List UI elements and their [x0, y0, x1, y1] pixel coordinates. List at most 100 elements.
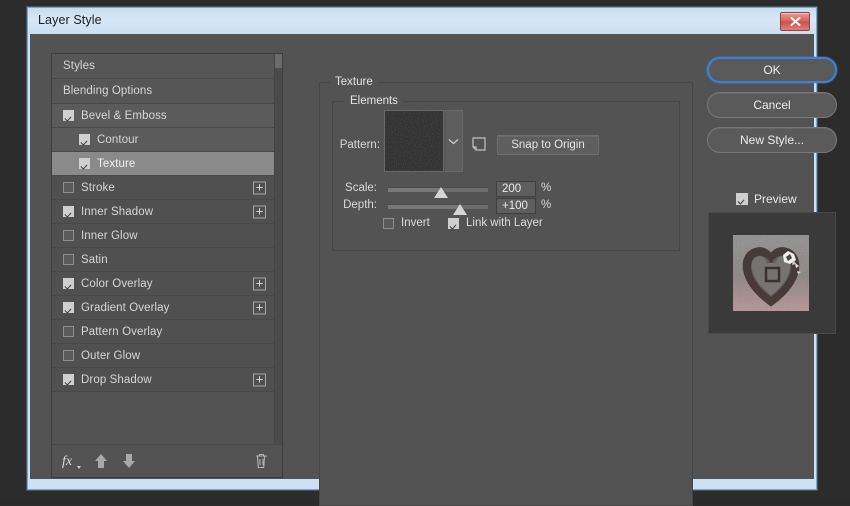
plus-icon: +: [256, 277, 264, 290]
preview-thumbnail: [708, 212, 836, 334]
snap-to-origin-button[interactable]: Snap to Origin: [497, 135, 599, 155]
style-row-label: Drop Shadow: [81, 374, 152, 386]
style-row-drop-shadow[interactable]: Drop Shadow +: [52, 368, 282, 392]
preview-checkbox-row[interactable]: Preview: [736, 192, 797, 206]
pattern-dropdown-button[interactable]: [445, 110, 463, 172]
dialog-body: Styles Blending Options Bevel & Emboss Cont…: [30, 34, 814, 479]
depth-unit: %: [541, 199, 551, 211]
invert-label: Invert: [401, 217, 430, 229]
preview-label: Preview: [754, 192, 797, 206]
style-checkbox-outer-glow[interactable]: [63, 350, 74, 361]
style-checkbox-drop-shadow[interactable]: [63, 374, 74, 385]
plus-icon: +: [256, 301, 264, 314]
noise-grain-pattern-icon: [385, 111, 443, 171]
style-row-inner-shadow[interactable]: Inner Shadow +: [52, 200, 282, 224]
style-checkbox-contour[interactable]: [79, 134, 90, 145]
style-row-outer-glow[interactable]: Outer Glow: [52, 344, 282, 368]
pattern-swatch[interactable]: [384, 110, 444, 172]
chevron-down-icon: [448, 138, 459, 145]
style-row-label: Pattern Overlay: [81, 326, 162, 338]
add-effect-button[interactable]: +: [253, 205, 266, 218]
scale-slider[interactable]: [388, 187, 488, 192]
style-checkbox-gradient-overlay[interactable]: [63, 302, 74, 313]
style-checkbox-stroke[interactable]: [63, 182, 74, 193]
styles-scrollbar-thumb[interactable]: [275, 54, 282, 68]
trash-icon[interactable]: [255, 453, 268, 474]
style-row-color-overlay[interactable]: Color Overlay +: [52, 272, 282, 296]
new-style-button[interactable]: New Style...: [707, 127, 837, 153]
preview-checkbox[interactable]: [736, 193, 748, 205]
scale-slider-thumb[interactable]: [434, 187, 448, 198]
style-row-bevel-emboss[interactable]: Bevel & Emboss: [52, 104, 282, 128]
style-checkbox-pattern-overlay[interactable]: [63, 326, 74, 337]
depth-label: Depth:: [333, 199, 377, 211]
add-effect-button[interactable]: +: [253, 301, 266, 314]
link-with-layer-checkbox[interactable]: [448, 218, 459, 229]
depth-slider-fill: [388, 205, 460, 209]
style-row-inner-glow[interactable]: Inner Glow: [52, 224, 282, 248]
svg-text:fx: fx: [62, 454, 73, 469]
arrow-down-icon[interactable]: [122, 453, 136, 474]
elements-group-title: Elements: [345, 95, 403, 107]
style-row-label: Color Overlay: [81, 278, 153, 290]
style-row-blending-options[interactable]: Blending Options: [52, 79, 282, 104]
style-row-styles[interactable]: Styles: [52, 54, 282, 79]
style-checkbox-inner-shadow[interactable]: [63, 206, 74, 217]
style-row-label: Gradient Overlay: [81, 302, 170, 314]
arrow-up-icon[interactable]: [94, 453, 108, 474]
layer-style-window: Layer Style Styles Blending Options Bevel …: [27, 7, 817, 490]
title-bar: Layer Style: [28, 8, 816, 34]
plus-icon: +: [256, 373, 264, 386]
plus-icon: +: [256, 181, 264, 194]
cancel-button[interactable]: Cancel: [707, 92, 837, 118]
add-effect-button[interactable]: +: [253, 181, 266, 194]
style-checkbox-inner-glow[interactable]: [63, 230, 74, 241]
plus-icon: +: [256, 205, 264, 218]
depth-input[interactable]: +100: [496, 198, 536, 214]
link-with-layer-checkbox-row[interactable]: Link with Layer: [448, 217, 543, 229]
style-row-label: Bevel & Emboss: [81, 110, 167, 122]
depth-slider-thumb[interactable]: [453, 204, 467, 215]
scale-unit: %: [541, 182, 551, 194]
window-title: Layer Style: [38, 13, 102, 27]
ok-button[interactable]: OK: [707, 57, 837, 83]
screen: Layer Style Styles Blending Options Bevel …: [0, 0, 850, 500]
style-row-stroke[interactable]: Stroke +: [52, 176, 282, 200]
style-checkbox-bevel-emboss[interactable]: [63, 110, 74, 121]
scale-label: Scale:: [333, 182, 377, 194]
link-with-layer-label: Link with Layer: [466, 217, 543, 229]
style-row-label: Contour: [97, 134, 139, 146]
preview-image: [733, 235, 809, 311]
add-effect-button[interactable]: +: [253, 373, 266, 386]
close-x-icon: [790, 17, 801, 26]
style-row-label: Inner Glow: [81, 230, 138, 242]
close-button[interactable]: [780, 12, 810, 31]
style-row-pattern-overlay[interactable]: Pattern Overlay: [52, 320, 282, 344]
style-row-label: Texture: [97, 158, 135, 170]
style-row-label: Stroke: [81, 182, 115, 194]
style-row-texture[interactable]: Texture: [52, 152, 282, 176]
texture-group-title: Texture: [330, 76, 378, 88]
style-checkbox-satin[interactable]: [63, 254, 74, 265]
styles-list[interactable]: Styles Blending Options Bevel & Emboss Cont…: [52, 54, 282, 445]
depth-slider[interactable]: [388, 204, 488, 209]
styles-panel: Styles Blending Options Bevel & Emboss Cont…: [51, 53, 283, 478]
style-row-label: Inner Shadow: [81, 206, 153, 218]
pattern-label: Pattern:: [334, 139, 380, 151]
scale-input[interactable]: 200: [496, 181, 536, 197]
styles-toolbar: fx: [52, 444, 282, 477]
style-row-contour[interactable]: Contour: [52, 128, 282, 152]
invert-checkbox[interactable]: [383, 218, 394, 229]
style-row-label: Blending Options: [63, 85, 152, 97]
style-row-satin[interactable]: Satin: [52, 248, 282, 272]
styles-scrollbar[interactable]: [274, 54, 282, 445]
style-checkbox-color-overlay[interactable]: [63, 278, 74, 289]
fx-icon[interactable]: fx: [62, 453, 82, 475]
style-row-label: Styles: [63, 60, 95, 72]
style-checkbox-texture[interactable]: [79, 158, 90, 169]
add-effect-button[interactable]: +: [253, 277, 266, 290]
style-row-gradient-overlay[interactable]: Gradient Overlay +: [52, 296, 282, 320]
new-preset-icon[interactable]: [472, 137, 486, 151]
invert-checkbox-row[interactable]: Invert: [383, 217, 430, 229]
style-row-label: Outer Glow: [81, 350, 140, 362]
